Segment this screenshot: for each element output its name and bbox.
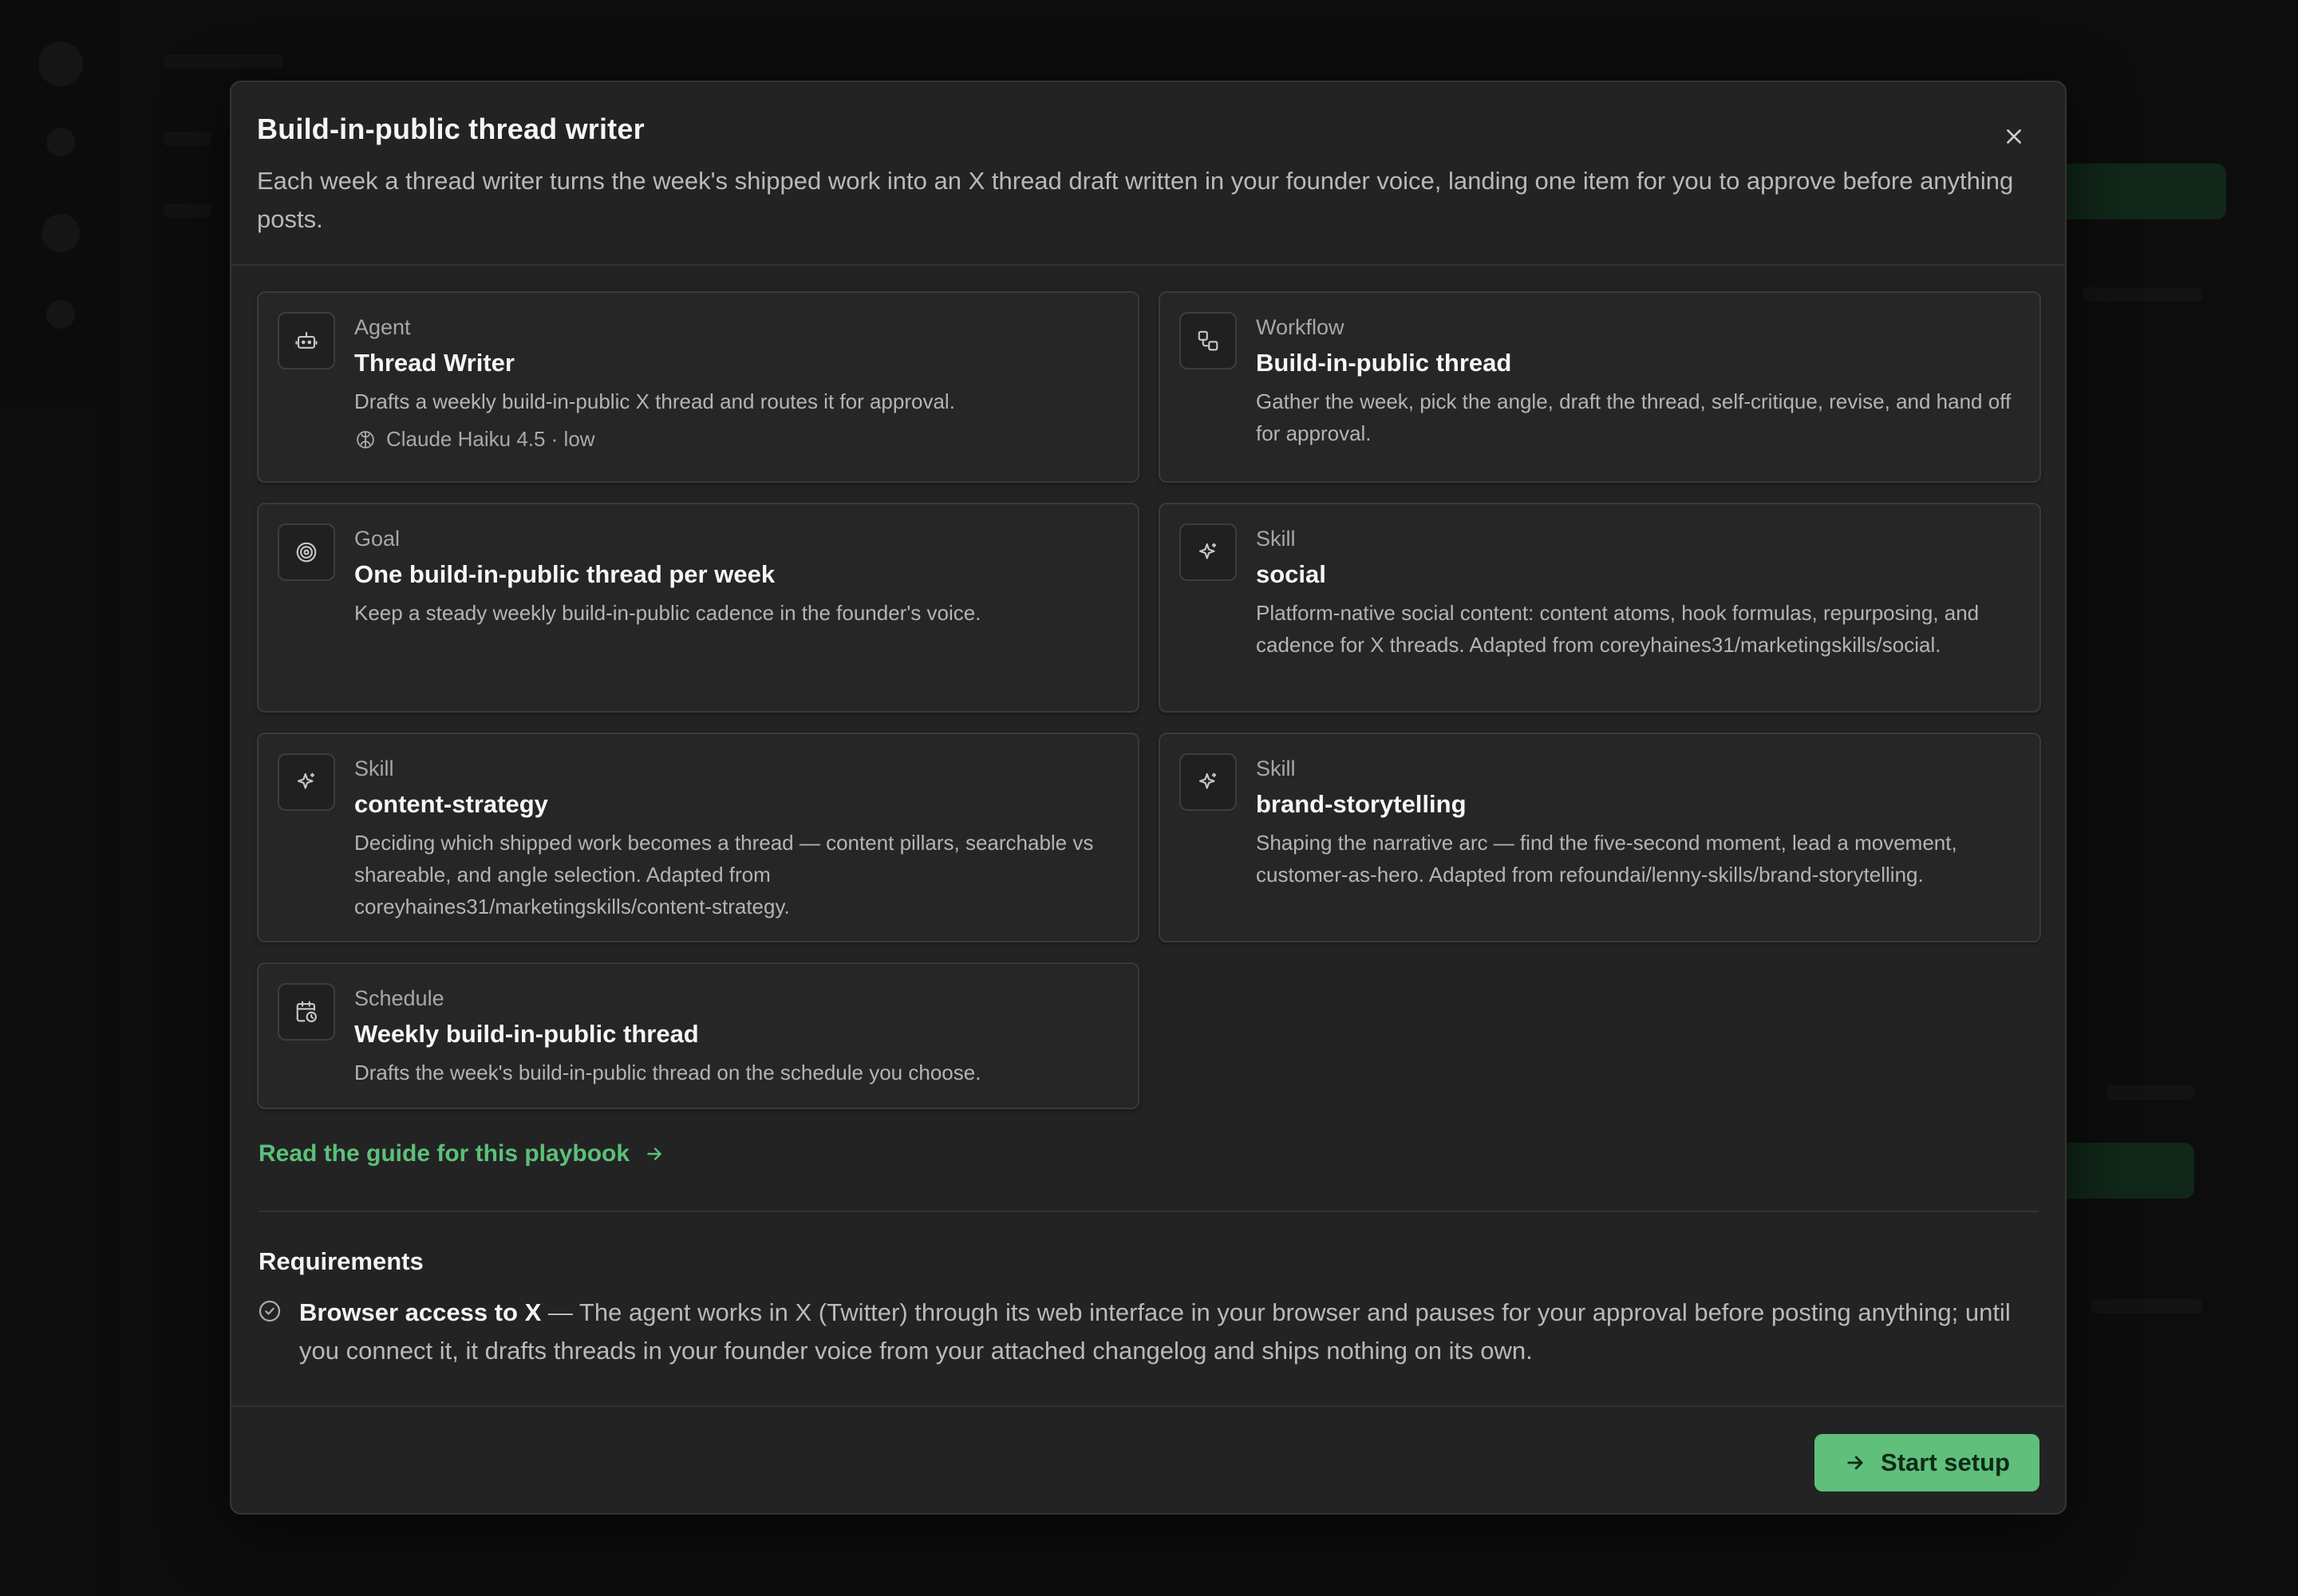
arrow-right-icon: [647, 1148, 661, 1160]
card-title: One build-in-public thread per week: [354, 560, 776, 588]
start-setup-button[interactable]: Start setup: [1814, 1434, 2039, 1491]
card-title: Weekly build-in-public thread: [354, 1020, 699, 1048]
sparkle-icon: [1179, 523, 1237, 581]
requirement-item: Browser access to X — The agent works in…: [299, 1294, 2039, 1370]
model-label: Claude Haiku 4.5 · low: [386, 427, 595, 451]
card-description: Keep a steady weekly build-in-public cad…: [354, 601, 981, 625]
check-circle-icon: [257, 1298, 282, 1328]
card-kind: Workflow: [1256, 315, 1344, 339]
target-icon: [278, 523, 335, 581]
card-title: content-strategy: [354, 790, 548, 818]
sparkle-icon: [278, 753, 335, 811]
card-description: Gather the week, pick the angle, draft t…: [1256, 389, 2012, 445]
robot-icon: [278, 312, 335, 369]
model-info: Claude Haiku 4.5 · low: [354, 427, 595, 452]
brain-icon: [357, 430, 374, 448]
card-description: Deciding which shipped work becomes a th…: [354, 831, 1094, 918]
guide-link[interactable]: Read the guide for this playbook: [259, 1140, 665, 1167]
requirement-title: Browser access to X: [299, 1298, 542, 1326]
card-title: brand-storytelling: [1256, 790, 1467, 818]
card-schedule[interactable]: Schedule Weekly build-in-public thread D…: [257, 962, 1139, 1109]
guide-link-label: Read the guide for this playbook: [259, 1140, 630, 1167]
card-agent[interactable]: Agent Thread Writer Drafts a weekly buil…: [257, 291, 1139, 483]
card-description: Shaping the narrative arc — find the fiv…: [1256, 831, 1957, 887]
card-skill-social[interactable]: Skill social Platform-native social cont…: [1159, 503, 2041, 713]
dialog-title: Build-in-public thread writer: [257, 113, 645, 145]
sparkle-icon: [1179, 753, 1237, 811]
card-kind: Agent: [354, 315, 411, 339]
card-description: Drafts the week's build-in-public thread…: [354, 1061, 981, 1084]
dialog-footer: Start setup: [231, 1405, 2065, 1513]
card-skill-brand-storytelling[interactable]: Skill brand-storytelling Shaping the nar…: [1159, 733, 2041, 942]
card-kind: Schedule: [354, 986, 444, 1010]
arrow-right-icon: [1847, 1456, 1863, 1470]
close-icon: [2007, 129, 2021, 144]
playbook-dialog: Build-in-public thread writer Each week …: [230, 81, 2067, 1515]
dialog-header: Build-in-public thread writer Each week …: [231, 82, 2065, 266]
card-description: Platform-native social content: content …: [1256, 601, 1980, 657]
section-divider: [259, 1211, 2038, 1212]
card-description: Drafts a weekly build-in-public X thread…: [354, 389, 955, 413]
requirements-heading: Requirements: [259, 1247, 424, 1275]
requirement-text: — The agent works in X (Twitter) through…: [299, 1298, 2011, 1365]
calendar-clock-icon: [278, 983, 335, 1041]
card-kind: Skill: [1256, 527, 1296, 551]
close-button[interactable]: [1995, 117, 2033, 156]
card-workflow[interactable]: Workflow Build-in-public thread Gather t…: [1159, 291, 2041, 483]
card-title: Build-in-public thread: [1256, 349, 1512, 377]
card-skill-content-strategy[interactable]: Skill content-strategy Deciding which sh…: [257, 733, 1139, 942]
start-setup-label: Start setup: [1881, 1448, 2010, 1476]
card-kind: Skill: [1256, 757, 1296, 780]
workflow-icon: [1179, 312, 1237, 369]
dialog-description: Each week a thread writer turns the week…: [257, 167, 2014, 233]
card-goal[interactable]: Goal One build-in-public thread per week…: [257, 503, 1139, 713]
card-kind: Goal: [354, 527, 401, 551]
card-title: Thread Writer: [354, 349, 515, 377]
card-title: social: [1256, 560, 1326, 588]
card-kind: Skill: [354, 757, 394, 780]
